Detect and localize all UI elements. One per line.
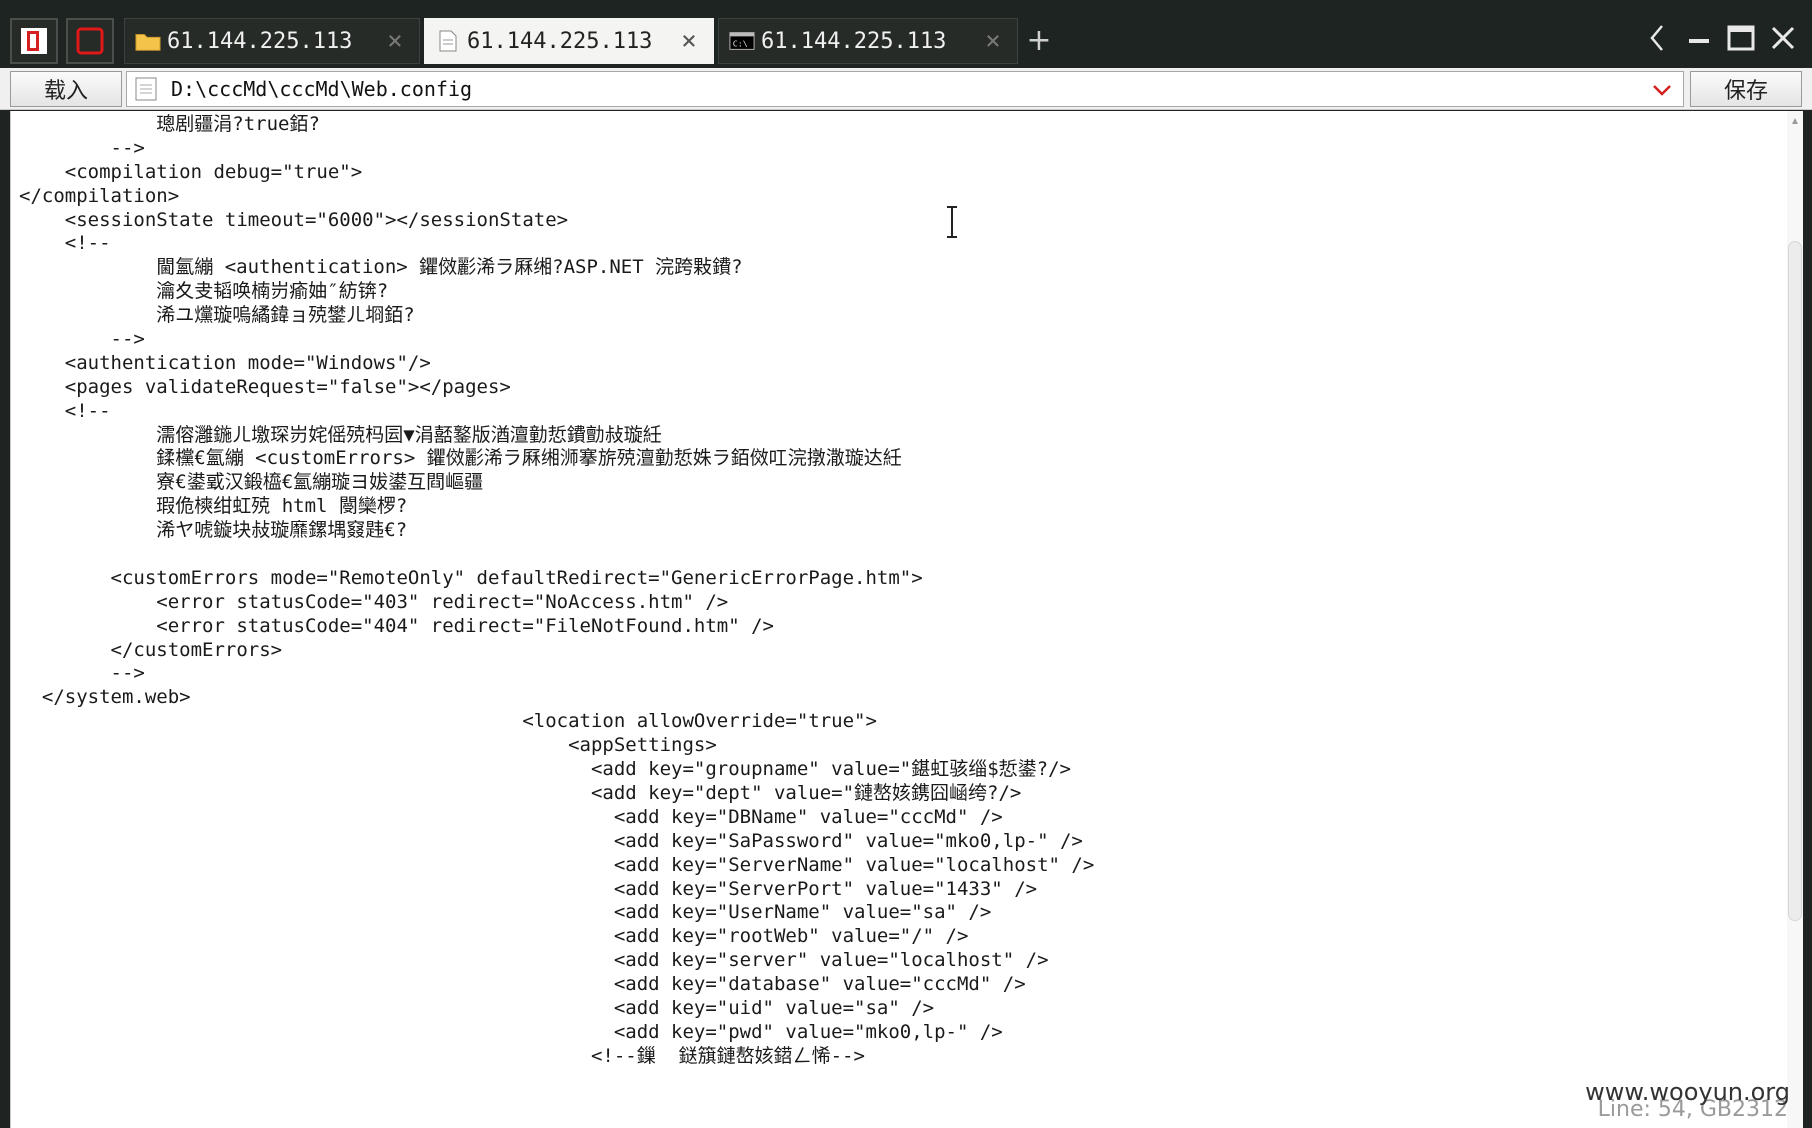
code-line: <authentication mode="Windows"/> (19, 351, 431, 374)
code-line: <add key="pwd" value="mko0,lp-" /> (19, 1020, 1003, 1043)
code-line: <location allowOverride="true"> (19, 710, 877, 733)
editor-toolbar: 载入 保存 (0, 68, 1812, 110)
svg-text:C:\: C:\ (733, 39, 748, 49)
app-menu-button[interactable] (10, 18, 58, 64)
code-line: <add key="dept" value="鏈嶅姟鎸囧崡绔?/> (19, 781, 1022, 804)
folder-icon (135, 30, 161, 52)
document-icon (135, 77, 157, 101)
code-line: --> (19, 662, 145, 685)
close-icon[interactable]: × (675, 26, 703, 56)
code-line: <pages validateRequest="false"></pages> (19, 375, 511, 398)
code-line: --> (19, 328, 145, 351)
new-tab-button[interactable]: + (1022, 24, 1056, 58)
code-line: <add key="SaPassword" value="mko0,lp-" /… (19, 829, 1083, 852)
close-window-button[interactable] (1766, 20, 1800, 56)
code-line: <appSettings> (19, 734, 717, 757)
code-line: 浠ヤ唬鏇块敊璇爢鏍堣窡韪€? (19, 519, 408, 542)
code-line: 閫氳繃 <authentication> 鑺傚彲浠ラ厤缃?ASP.NET 浣跨敤… (19, 256, 743, 279)
file-path-combobox[interactable] (126, 71, 1684, 107)
code-line: <add key="server" value="localhost" /> (19, 949, 1049, 972)
scrollbar-thumb[interactable] (1788, 241, 1802, 921)
back-button[interactable] (1642, 20, 1672, 56)
code-line: <sessionState timeout="6000"></sessionSt… (19, 208, 569, 231)
tab-file-editor[interactable]: 61.144.225.113 × (424, 18, 714, 64)
code-line: 浠ユ爣璇嗚繘鍏ョ殑鐢ㄦ埛銆? (19, 304, 415, 327)
minimize-button[interactable] (1684, 20, 1714, 56)
file-path-input[interactable] (171, 77, 1611, 101)
code-line: <add key="rootWeb" value="/" /> (19, 925, 969, 948)
code-line: <add key="uid" value="sa" /> (19, 996, 935, 1019)
code-line: <add key="ServerName" value="localhost" … (19, 853, 1095, 876)
tab-label: 61.144.225.113 (167, 28, 353, 54)
code-line: <add key="ServerPort" value="1433" /> (19, 877, 1038, 900)
maximize-icon (1727, 25, 1755, 51)
code-line: <add key="groupname" value="鍖虹骇缁$悊鍙?/> (19, 758, 1071, 781)
close-icon[interactable]: × (979, 26, 1007, 56)
maximize-button[interactable] (1724, 20, 1758, 56)
load-button[interactable]: 载入 (10, 71, 122, 107)
tab-label: 61.144.225.113 (467, 28, 653, 54)
tab-bar: 61.144.225.113 × 61.144.225.113 × C:\ 61… (0, 0, 1812, 68)
stop-icon (76, 27, 104, 55)
code-line: <add key="UserName" value="sa" /> (19, 901, 992, 924)
code-line: <!-- (19, 232, 111, 255)
code-line: </system.web> (19, 686, 191, 709)
scroll-up-icon[interactable] (1791, 117, 1799, 125)
chevron-left-icon (1650, 25, 1663, 51)
code-line: <add key="DBName" value="cccMd" /> (19, 805, 1003, 828)
code-line: 瀹夊叏韬唤楠岃瘉妯″紡锛? (19, 280, 389, 303)
code-line: </compilation> (19, 184, 180, 207)
stop-button[interactable] (66, 18, 114, 64)
code-line: 寮€鍙戜汉鍛橀€氳繃璇ヨ妭鍙互閰嶇疆 (19, 471, 484, 494)
code-line: <!--鏁 鎹簱鏈嶅姟鍣ㄥ悕--> (19, 1044, 865, 1067)
code-line: </customErrors> (19, 638, 283, 661)
code-line: 璁剧疆涓?true銆? (19, 113, 320, 135)
code-line: 濡傛灉鍦ㄦ墽琛岃姹傜殑杩囩▼涓嚭鐜版湭澶勭悊鐨勯敊璇紝 (19, 423, 662, 446)
code-line: <add key="database" value="cccMd" /> (19, 973, 1026, 996)
code-line: <customErrors mode="RemoteOnly" defaultR… (19, 566, 923, 589)
close-icon (1771, 26, 1795, 50)
document-icon (435, 30, 461, 52)
tab-file-manager[interactable]: 61.144.225.113 × (124, 18, 420, 64)
minimize-icon (1689, 39, 1709, 43)
tab-terminal[interactable]: C:\ 61.144.225.113 × (718, 18, 1018, 64)
text-editor[interactable]: 璁剧疆涓?true銆? --> <compilation debug="true… (10, 111, 1803, 1128)
text-cursor-icon (947, 206, 957, 238)
terminal-icon: C:\ (729, 30, 755, 52)
code-line: <!-- (19, 399, 111, 422)
tab-label: 61.144.225.113 (761, 28, 947, 54)
close-icon[interactable]: × (381, 26, 409, 56)
code-line: 瑕佹樉绀虹殑 html 閿欒椤? (19, 495, 408, 518)
code-line: --> (19, 136, 145, 159)
code-line: <error statusCode="403" redirect="NoAcce… (19, 590, 729, 613)
code-line: 鍒欓€氳繃 <customErrors> 鑺傚彲浠ラ厤缃浉搴旂殑澶勭悊姝ラ銆傚叿… (19, 447, 902, 470)
save-button[interactable]: 保存 (1690, 71, 1802, 107)
app-logo-icon (21, 28, 47, 54)
watermark: www.wooyun.org (1585, 1078, 1790, 1106)
code-line: <error statusCode="404" redirect="FileNo… (19, 614, 774, 637)
chevron-down-icon[interactable] (1651, 80, 1673, 100)
code-line: <compilation debug="true"> (19, 160, 363, 183)
code-content[interactable]: 璁剧疆涓?true銆? --> <compilation debug="true… (19, 113, 1779, 1069)
